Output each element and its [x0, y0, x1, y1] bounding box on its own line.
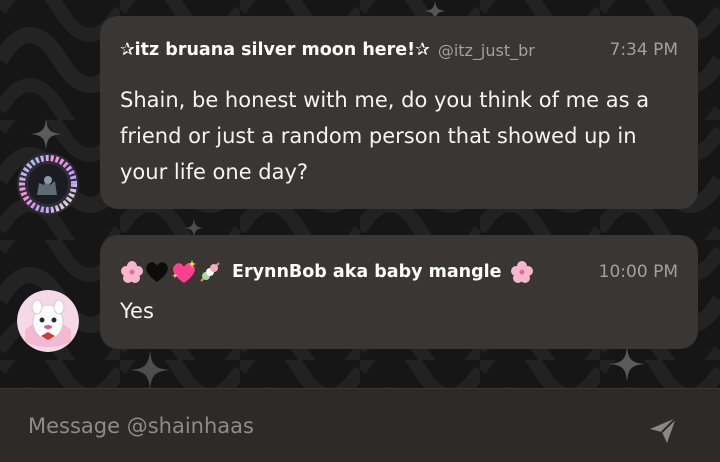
cherry-blossom-icon [121, 261, 143, 283]
send-icon[interactable] [648, 415, 678, 445]
sender-handle[interactable]: @itz_just_br [438, 41, 558, 60]
avatar-image [17, 153, 79, 215]
sparkle-icon [609, 346, 645, 382]
avatar[interactable] [17, 153, 79, 215]
sparkle-icon [30, 118, 62, 150]
sparkling-heart-icon [172, 260, 196, 283]
sender-name[interactable]: ErynnBob aka baby mangle [232, 262, 502, 282]
message-bubble[interactable]: ErynnBob aka baby mangle 10:00 PM Yes [100, 235, 698, 349]
name-emoji-prefix [120, 259, 222, 285]
message-bubble[interactable]: ✰itz bruana silver moon here!✰ @itz_just… [100, 16, 698, 209]
avatar-image [17, 290, 79, 352]
avatar[interactable] [17, 290, 79, 352]
sparkle-icon [130, 350, 170, 390]
black-heart-icon [146, 262, 168, 282]
sender-name[interactable]: ✰itz bruana silver moon here!✰ [120, 40, 430, 60]
message-composer [0, 388, 720, 462]
dango-icon [200, 262, 220, 282]
message-text: Yes [120, 299, 154, 323]
message-input[interactable] [28, 407, 628, 445]
message-text: Shain, be honest with me, do you think o… [120, 88, 650, 184]
cherry-blossom-icon [510, 261, 533, 283]
message-header: ✰itz bruana silver moon here!✰ @itz_just… [120, 40, 678, 60]
message-timestamp: 10:00 PM [598, 262, 678, 282]
message-header: ErynnBob aka baby mangle 10:00 PM [120, 259, 678, 285]
message-timestamp: 7:34 PM [609, 40, 679, 60]
